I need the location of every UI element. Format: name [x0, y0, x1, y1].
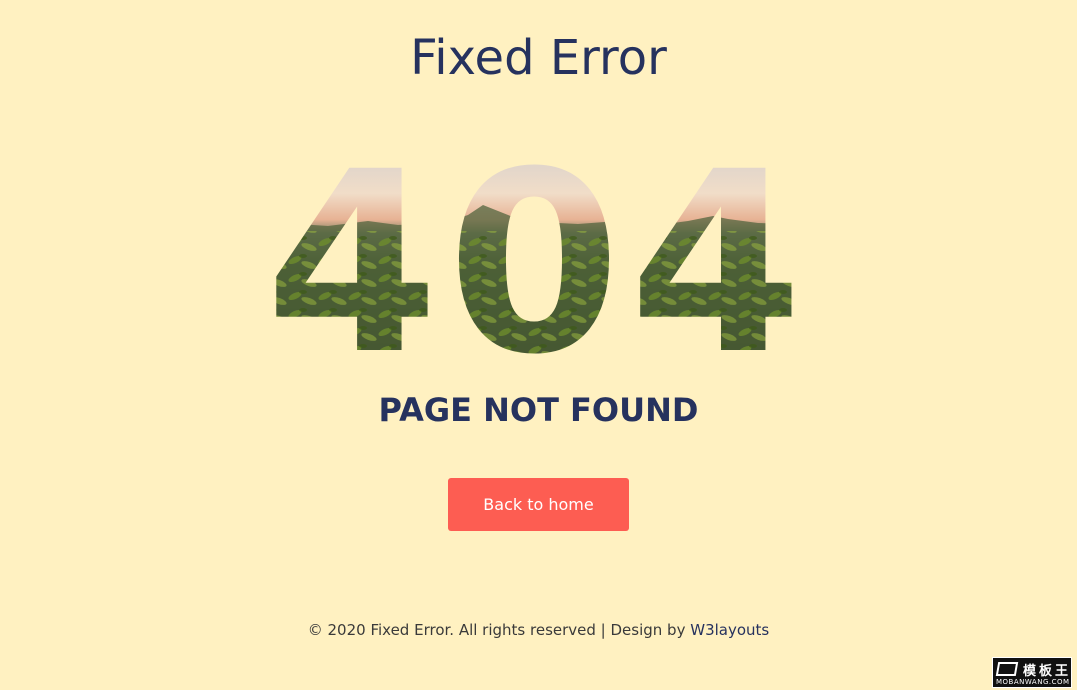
watermark-box-icon: [995, 662, 1019, 676]
footer-copyright: © 2020 Fixed Error. All rights reserved …: [307, 621, 691, 639]
crop-field-landscape-image: 404 404: [265, 145, 811, 365]
designer-link[interactable]: W3layouts: [690, 621, 769, 639]
watermark-logo: 模板王 MOBANWANG.COM: [992, 657, 1072, 688]
error-heading: PAGE NOT FOUND: [378, 391, 699, 429]
site-title: Fixed Error: [410, 30, 667, 86]
watermark-sub-text: MOBANWANG.COM: [996, 678, 1070, 686]
error-code-text: 404: [265, 145, 811, 365]
back-to-home-button[interactable]: Back to home: [448, 478, 629, 531]
footer: © 2020 Fixed Error. All rights reserved …: [0, 620, 1077, 640]
watermark-main-text: 模板王: [1023, 664, 1072, 679]
error-code-graphic: 404 404: [258, 145, 818, 365]
